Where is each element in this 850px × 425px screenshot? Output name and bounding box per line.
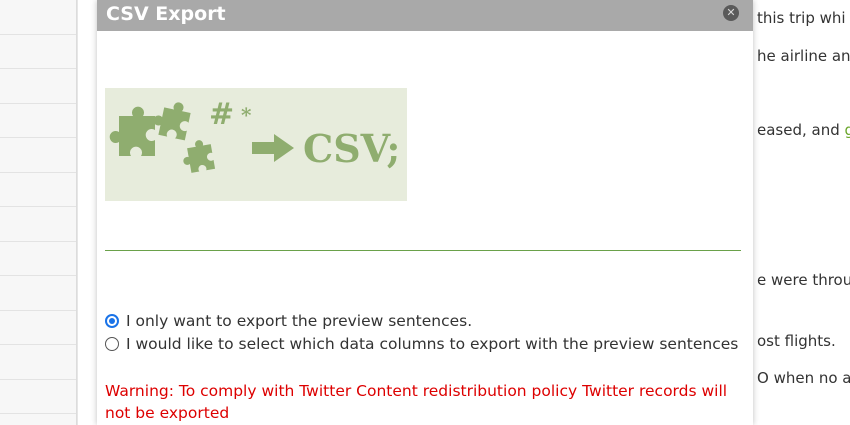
svg-text:#: # — [209, 97, 234, 132]
background-text-line: this trip whi — [757, 9, 846, 27]
background-list-panel — [0, 0, 77, 425]
puzzle-to-csv-illustration: # * CSV; — [109, 97, 400, 173]
radio-preview-only[interactable] — [105, 314, 119, 328]
dialog-divider — [105, 250, 741, 251]
background-text-line: ost flights. — [757, 332, 836, 350]
radio-label: I would like to select which data column… — [126, 335, 739, 353]
csv-banner-image: # * CSV; — [105, 88, 407, 201]
background-text-line: eased, and g — [757, 121, 850, 139]
radio-label: I only want to export the preview senten… — [126, 312, 473, 330]
close-icon[interactable]: ✕ — [723, 5, 739, 21]
dialog-title: CSV Export — [106, 3, 226, 25]
background-gutter — [77, 0, 98, 425]
dialog-titlebar[interactable]: CSV Export ✕ — [97, 0, 753, 31]
radio-select-columns[interactable] — [105, 337, 119, 351]
export-preview-only-option[interactable]: I only want to export the preview senten… — [105, 312, 472, 330]
background-text-line: O when no a — [757, 369, 850, 387]
twitter-warning-text: Warning: To comply with Twitter Content … — [105, 382, 728, 422]
background-text-line: e were throu — [757, 271, 850, 289]
background-text-line: he airline ann — [757, 47, 850, 65]
svg-text:*: * — [241, 103, 252, 127]
csv-export-dialog: CSV Export ✕ # * CSV; I only want to exp… — [97, 0, 753, 425]
export-select-columns-option[interactable]: I would like to select which data column… — [105, 335, 738, 353]
banner-csv-text: CSV; — [303, 126, 400, 171]
